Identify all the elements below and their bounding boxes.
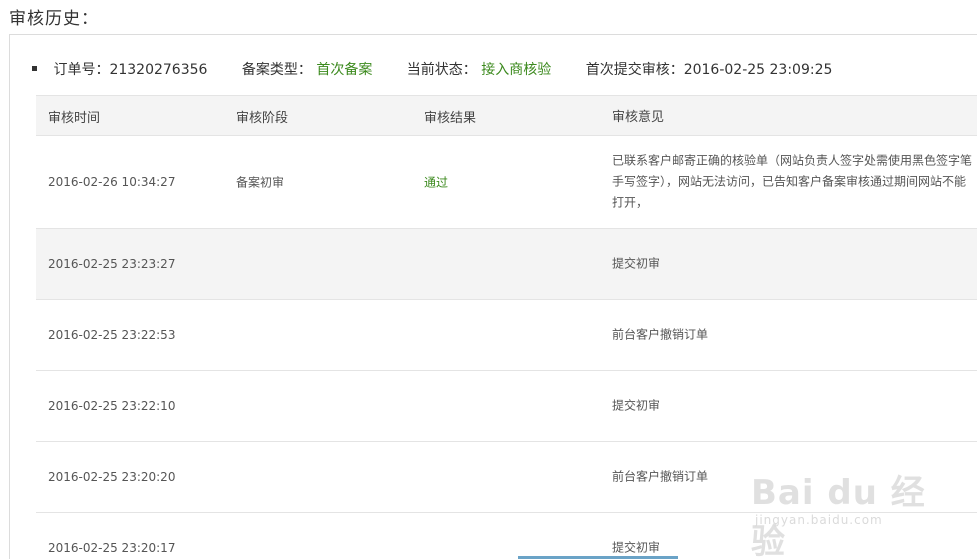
record-type-label: 备案类型： <box>241 62 312 78</box>
page: 审核历史： 订单号：21320276356 备案类型： 首次备案 当前状态： 接… <box>0 0 977 559</box>
header-audit-time: 审核时间 <box>48 111 101 126</box>
row-time: 2016-02-25 23:22:10 <box>48 399 176 413</box>
row-time: 2016-02-26 10:34:27 <box>48 175 176 189</box>
table-row: 2016-02-25 23:22:10 提交初审 <box>36 371 977 442</box>
table-row: 2016-02-25 23:23:27 提交初审 <box>36 229 977 300</box>
current-status-label: 当前状态： <box>406 62 477 78</box>
row-time: 2016-02-25 23:20:20 <box>48 470 176 484</box>
table-row: 2016-02-25 23:20:20 前台客户撤销订单 <box>36 442 977 513</box>
order-number-label: 订单号： <box>53 62 110 78</box>
header-audit-result: 审核结果 <box>424 111 477 126</box>
first-submit-label: 首次提交审核： <box>585 62 684 78</box>
row-time: 2016-02-25 23:20:17 <box>48 541 176 555</box>
audit-history-table: 审核时间 审核阶段 审核结果 审核意见 2016-02-26 10:34:27 … <box>36 95 977 559</box>
current-status-value: 接入商核验 <box>481 62 552 78</box>
table-row: 2016-02-26 10:34:27 备案初审 通过 已联系客户邮寄正确的核验… <box>36 136 977 229</box>
first-submit-time: 2016-02-25 23:09:25 <box>683 62 833 78</box>
order-summary: 订单号：21320276356 备案类型： 首次备案 当前状态： 接入商核验 首… <box>32 59 862 79</box>
audit-history-panel: 订单号：21320276356 备案类型： 首次备案 当前状态： 接入商核验 首… <box>9 34 977 559</box>
order-number-value: 21320276356 <box>109 62 208 78</box>
row-opinion: 前台客户撤销订单 <box>612 469 709 484</box>
bullet-icon <box>32 66 37 71</box>
current-status-field: 当前状态： 接入商核验 <box>407 59 551 79</box>
table-row: 2016-02-25 23:20:17 提交初审 <box>36 513 977 559</box>
row-opinion: 提交初审 <box>612 256 661 271</box>
record-type-value: 首次备案 <box>316 62 373 78</box>
first-submit-field: 首次提交审核：2016-02-25 23:09:25 <box>586 59 833 79</box>
row-opinion: 前台客户撤销订单 <box>612 327 709 342</box>
row-stage: 备案初审 <box>236 175 285 190</box>
record-type-field: 备案类型： 首次备案 <box>242 59 372 79</box>
row-opinion: 提交初审 <box>612 398 661 413</box>
table-row: 2016-02-25 23:22:53 前台客户撤销订单 <box>36 300 977 371</box>
order-number-field: 订单号：21320276356 <box>53 59 207 79</box>
table-header: 审核时间 审核阶段 审核结果 审核意见 <box>36 95 977 136</box>
row-result: 通过 <box>424 175 449 190</box>
row-time: 2016-02-25 23:22:53 <box>48 328 176 342</box>
row-time: 2016-02-25 23:23:27 <box>48 257 176 271</box>
header-audit-opinion: 审核意见 <box>612 110 665 125</box>
header-audit-stage: 审核阶段 <box>236 111 289 126</box>
page-title: 审核历史： <box>9 9 99 29</box>
row-opinion: 已联系客户邮寄正确的核验单（网站负责人签字处需使用黑色签字笔手写签字），网站无法… <box>612 153 973 210</box>
